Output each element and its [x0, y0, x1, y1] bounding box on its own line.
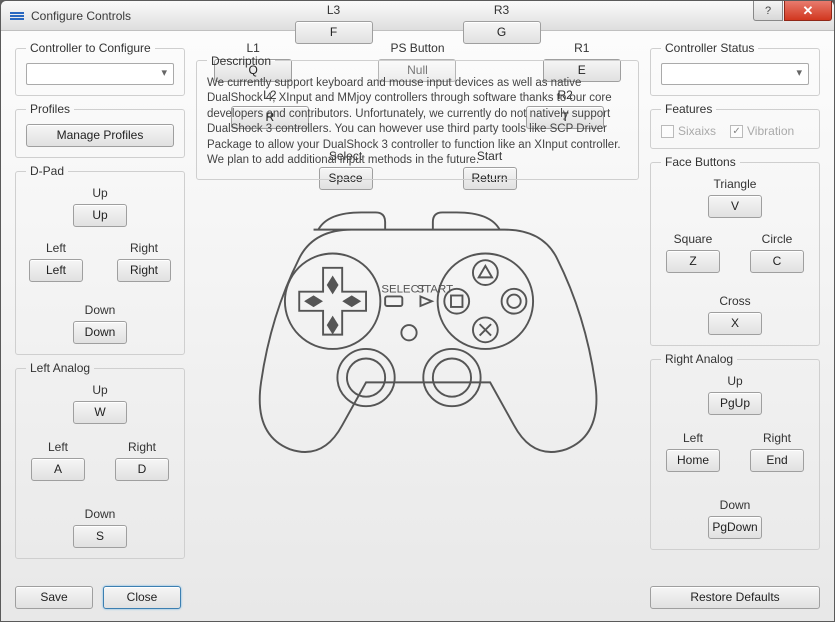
dpad-down-button[interactable]: Down — [73, 321, 127, 344]
manage-profiles-button[interactable]: Manage Profiles — [26, 124, 174, 147]
description-group: Description We currently support keyboar… — [196, 54, 639, 180]
dpad-left-label: Left — [46, 241, 66, 255]
dpad-left-button[interactable]: Left — [29, 259, 83, 282]
cross-label: Cross — [719, 294, 750, 308]
right-analog-left-label: Left — [683, 431, 703, 445]
features-group: Features Sixaixs ✓Vibration — [650, 102, 820, 149]
dpad-up-label: Up — [92, 186, 107, 200]
face-legend: Face Buttons — [661, 155, 740, 169]
content: Controller to Configure Profiles Manage … — [1, 31, 834, 621]
right-analog-down-button[interactable]: PgDown — [708, 516, 762, 539]
sixaxis-label: Sixaixs — [678, 124, 716, 138]
app-icon — [9, 8, 25, 24]
right-analog-legend: Right Analog — [661, 352, 737, 366]
left-analog-left-label: Left — [48, 440, 68, 454]
right-analog-right-button[interactable]: End — [750, 449, 804, 472]
left-analog-up-button[interactable]: W — [73, 401, 127, 424]
controller-status-legend: Controller Status — [661, 41, 758, 55]
l3-button[interactable]: F — [295, 21, 373, 44]
help-button[interactable]: ? — [753, 1, 783, 21]
sixaxis-checkbox[interactable]: Sixaixs — [661, 124, 716, 138]
controller-status-group: Controller Status — [650, 41, 820, 96]
close-window-button[interactable]: ✕ — [784, 1, 832, 21]
window-title: Configure Controls — [31, 9, 131, 23]
r3-label: R3 — [494, 3, 509, 17]
left-analog-down-label: Down — [85, 507, 116, 521]
features-legend: Features — [661, 102, 716, 116]
controller-select-legend: Controller to Configure — [26, 41, 155, 55]
square-button[interactable]: Z — [666, 250, 720, 273]
controller-status-select[interactable] — [661, 63, 809, 85]
controller-illustration: SELECT START — [199, 201, 619, 468]
right-analog-up-label: Up — [727, 374, 742, 388]
left-analog-legend: Left Analog — [26, 361, 94, 375]
triangle-label: Triangle — [714, 177, 757, 191]
profiles-legend: Profiles — [26, 102, 74, 116]
circle-button[interactable]: C — [750, 250, 804, 273]
right-analog-right-label: Right — [763, 431, 791, 445]
vibration-checkbox[interactable]: ✓Vibration — [730, 124, 794, 138]
close-button[interactable]: Close — [103, 586, 181, 609]
dpad-right-button[interactable]: Right — [117, 259, 171, 282]
triangle-button[interactable]: V — [708, 195, 762, 218]
save-button[interactable]: Save — [15, 586, 93, 609]
square-label: Square — [674, 232, 713, 246]
left-analog-down-button[interactable]: S — [73, 525, 127, 548]
controller-select-group: Controller to Configure — [15, 41, 185, 96]
dpad-right-label: Right — [130, 241, 158, 255]
restore-defaults-button[interactable]: Restore Defaults — [650, 586, 820, 609]
left-analog-right-button[interactable]: D — [115, 458, 169, 481]
window: Configure Controls ? ✕ Controller to Con… — [0, 0, 835, 622]
right-analog-group: Right Analog Up PgUp Left Home Right End — [650, 352, 820, 550]
vibration-label: Vibration — [747, 124, 794, 138]
description-text: We currently support keyboard and mouse … — [207, 76, 628, 169]
left-analog-left-button[interactable]: A — [31, 458, 85, 481]
description-legend: Description — [207, 54, 275, 68]
left-analog-up-label: Up — [92, 383, 107, 397]
right-analog-up-button[interactable]: PgUp — [708, 392, 762, 415]
dpad-legend: D-Pad — [26, 164, 68, 178]
left-analog-right-label: Right — [128, 440, 156, 454]
dpad-group: D-Pad Up Up Left Left Right Right — [15, 164, 185, 355]
right-analog-down-label: Down — [720, 498, 751, 512]
cross-button[interactable]: X — [708, 312, 762, 335]
right-analog-left-button[interactable]: Home — [666, 449, 720, 472]
dpad-up-button[interactable]: Up — [73, 204, 127, 227]
left-analog-group: Left Analog Up W Left A Right D — [15, 361, 185, 559]
face-buttons-group: Face Buttons Triangle V Square Z Circle … — [650, 155, 820, 346]
profiles-group: Profiles Manage Profiles — [15, 102, 185, 158]
controller-select[interactable] — [26, 63, 174, 85]
circle-label: Circle — [762, 232, 793, 246]
svg-text:START: START — [416, 284, 452, 296]
dpad-down-label: Down — [85, 303, 116, 317]
l3-label: L3 — [327, 3, 340, 17]
r3-button[interactable]: G — [463, 21, 541, 44]
